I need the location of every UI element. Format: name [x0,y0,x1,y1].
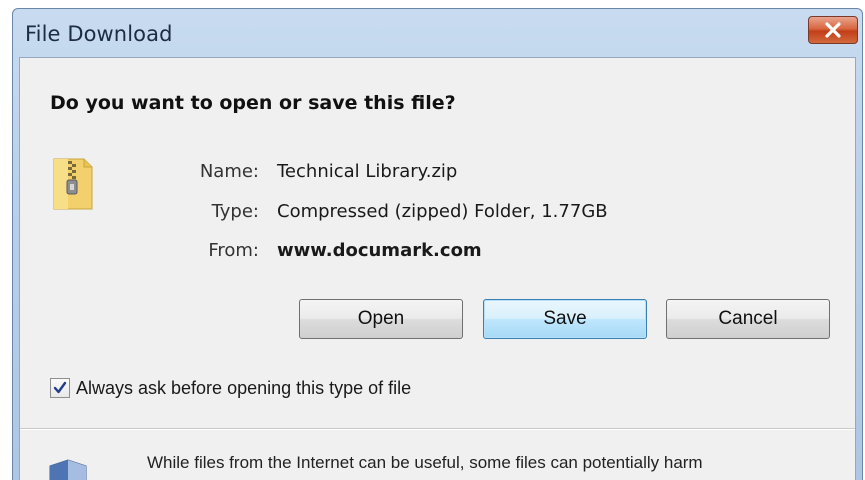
name-label: Name: [199,161,259,182]
always-ask-checkbox[interactable] [50,378,70,398]
checkmark-icon [53,381,67,394]
from-label: From: [208,240,259,261]
type-label: Type: [211,201,259,222]
dialog-question: Do you want to open or save this file? [50,92,456,114]
divider [20,428,855,430]
close-button[interactable] [808,16,858,44]
file-type-value: Compressed (zipped) Folder, 1.77GB [277,201,608,222]
file-download-window: File Download Do you want to open or sav… [12,8,863,480]
shield-icon [49,459,87,480]
title-bar[interactable]: File Download [13,9,862,57]
save-button[interactable]: Save [483,299,647,339]
always-ask-option[interactable]: Always ask before opening this type of f… [50,376,411,400]
security-warning-text: While files from the Internet can be use… [147,453,703,472]
window-title: File Download [25,22,173,46]
open-button[interactable]: Open [299,299,463,339]
always-ask-label[interactable]: Always ask before opening this type of f… [76,378,411,399]
close-icon [825,22,841,38]
file-name-value: Technical Library.zip [277,161,458,182]
dialog-body: Do you want to open or save this file? N… [19,57,856,480]
cancel-button[interactable]: Cancel [666,299,830,339]
file-source-value: www.documark.com [277,240,482,261]
